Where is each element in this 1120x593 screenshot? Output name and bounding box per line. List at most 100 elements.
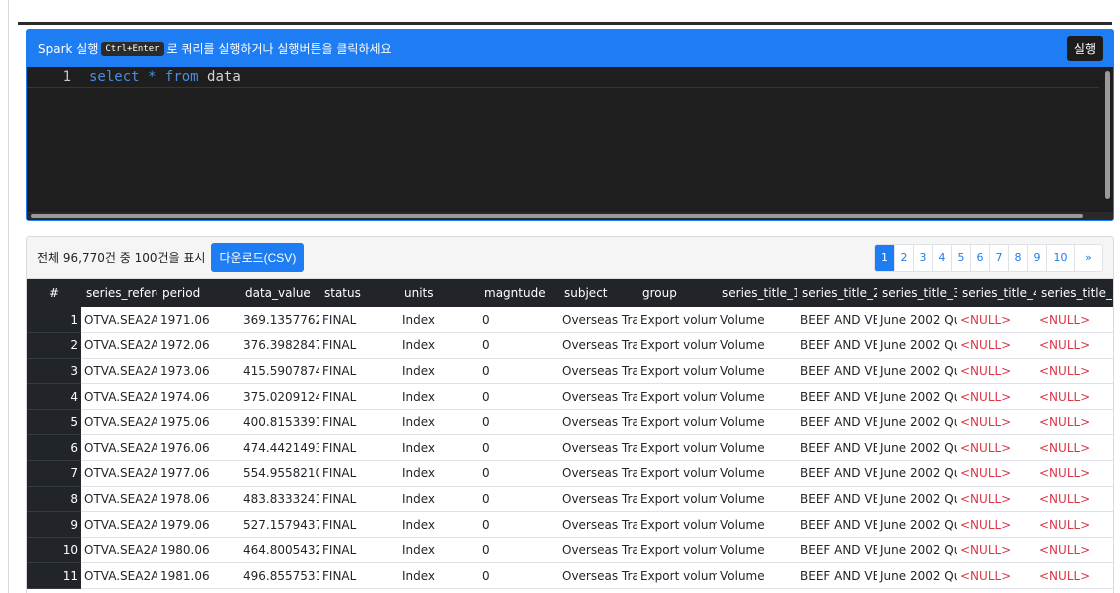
table-cell: June 2002 Qu xyxy=(877,511,957,538)
table-cell: June 2002 Qu xyxy=(877,460,957,487)
table-cell: OTVA.SEA2A/ xyxy=(81,358,157,385)
table-row[interactable]: 4 OTVA.SEA2A/1974.06 375.0209124 FINAL Index… xyxy=(27,383,1113,410)
table-cell: <NULL> xyxy=(957,383,1036,410)
table-row[interactable]: 2 OTVA.SEA2A/1972.06 376.3982847 FINAL Index… xyxy=(27,332,1113,359)
table-cell: June 2002 Qu xyxy=(877,307,957,334)
table-cell: June 2002 Qu xyxy=(877,358,957,385)
page-2-button[interactable]: 2 xyxy=(894,244,913,271)
column-header-magntude[interactable]: magntude xyxy=(479,279,559,307)
table-cell: Index xyxy=(399,358,479,385)
column-header-period[interactable]: period xyxy=(157,279,240,307)
table-cell: 483.8333241 xyxy=(240,486,319,513)
query-editor-panel: Spark 실행 Ctrl+Enter 로 쿼리를 실행하거나 실행버튼을 클릭… xyxy=(26,29,1114,221)
editor-vertical-scrollbar[interactable] xyxy=(1105,71,1110,199)
page-7-button[interactable]: 7 xyxy=(989,244,1008,271)
table-cell: 400.8153391 xyxy=(240,409,319,436)
table-cell: 415.5907874 xyxy=(240,358,319,385)
table-row[interactable]: 6 OTVA.SEA2A/1976.06 474.4421493 FINAL Index… xyxy=(27,434,1113,462)
page-4-button[interactable]: 4 xyxy=(932,244,951,271)
table-cell: <NULL> xyxy=(957,358,1036,385)
column-header-index[interactable]: # xyxy=(27,279,81,307)
column-header-status[interactable]: status xyxy=(319,279,399,307)
table-cell: 527.1579437 xyxy=(240,511,319,538)
download-csv-button[interactable]: 다운로드(CSV) xyxy=(211,243,305,272)
table-cell: Index xyxy=(399,332,479,359)
query-text[interactable]: select * from data xyxy=(89,69,241,85)
table-cell: Export volume xyxy=(637,332,717,359)
next-page-button[interactable]: » xyxy=(1074,244,1102,271)
column-header-units[interactable]: units xyxy=(399,279,479,307)
table-cell: Export volume xyxy=(637,383,717,410)
table-cell: BEEF AND VE xyxy=(797,307,877,334)
table-cell: 1981.06 xyxy=(157,562,240,590)
table-cell: OTVA.SEA2A/ xyxy=(81,332,157,359)
page-9-button[interactable]: 9 xyxy=(1027,244,1046,271)
table-row[interactable]: 9 OTVA.SEA2A/1979.06 527.1579437 FINAL Index… xyxy=(27,511,1113,538)
table-cell: Volume xyxy=(717,511,797,538)
keyword-select: select xyxy=(89,69,140,85)
table-cell: Index xyxy=(399,409,479,436)
window-top-rule xyxy=(18,22,1112,25)
table-cell: June 2002 Qu xyxy=(877,486,957,513)
window-left-border xyxy=(8,0,9,593)
table-row[interactable]: 10 OTVA.SEA2A/1980.06 464.8005432 FINAL Inde… xyxy=(27,537,1113,564)
table-cell: Volume xyxy=(717,562,797,590)
column-header-series-title-1[interactable]: series_title_1 xyxy=(717,279,797,307)
table-row[interactable]: 1 OTVA.SEA2A/1971.06 369.1357762 FINAL Index… xyxy=(27,307,1113,334)
table-cell: <NULL> xyxy=(957,434,1036,462)
column-header-data-value[interactable]: data_value xyxy=(240,279,319,307)
keyword-star: * xyxy=(148,69,157,85)
table-cell: June 2002 Qu xyxy=(877,537,957,564)
table-cell: BEEF AND VE xyxy=(797,409,877,436)
table-cell: <NULL> xyxy=(957,332,1036,359)
column-header-series-title-4[interactable]: series_title_4 xyxy=(957,279,1036,307)
table-cell: Index xyxy=(399,460,479,487)
page-6-button[interactable]: 6 xyxy=(970,244,989,271)
table-row[interactable]: 7 OTVA.SEA2A/1977.06 554.9558210 FINAL Index… xyxy=(27,460,1113,487)
table-cell: BEEF AND VE xyxy=(797,486,877,513)
table-cell: OTVA.SEA2A/ xyxy=(81,307,157,334)
code-editor[interactable]: 1 select * from data xyxy=(27,67,1113,220)
table-cell: Overseas Trad xyxy=(559,486,637,513)
table-cell: Export volume xyxy=(637,562,717,590)
table-cell: June 2002 Qu xyxy=(877,332,957,359)
column-header-series-title-3[interactable]: series_title_3 xyxy=(877,279,957,307)
table-row[interactable]: 11 OTVA.SEA2A/1981.06 496.8557531 FINAL Inde… xyxy=(27,562,1113,590)
table-row[interactable]: 3 OTVA.SEA2A/1973.06 415.5907874 FINAL Index… xyxy=(27,358,1113,385)
table-cell: <NULL> xyxy=(957,486,1036,513)
page-10-button[interactable]: 10 xyxy=(1046,244,1074,271)
table-cell: 0 xyxy=(479,562,559,590)
table-cell: 375.0209124 xyxy=(240,383,319,410)
table-cell: Overseas Trad xyxy=(559,537,637,564)
table-cell: 369.1357762 xyxy=(240,307,319,334)
table-cell: OTVA.SEA2A/ xyxy=(81,486,157,513)
table-cell: <NULL> xyxy=(1036,332,1113,359)
table-cell: 0 xyxy=(479,486,559,513)
page-3-button[interactable]: 3 xyxy=(913,244,932,271)
row-index-cell: 2 xyxy=(27,332,81,359)
editor-horizontal-scroll-track xyxy=(27,212,1113,220)
table-row[interactable]: 5 OTVA.SEA2A/1975.06 400.8153391 FINAL Index… xyxy=(27,409,1113,436)
column-header-series-title-2[interactable]: series_title_2 xyxy=(797,279,877,307)
editor-title: Spark 실행 xyxy=(38,42,99,56)
column-header-group[interactable]: group xyxy=(637,279,717,307)
shortcut-key-badge: Ctrl+Enter xyxy=(101,41,164,56)
row-index-cell: 11 xyxy=(27,562,81,590)
column-header-subject[interactable]: subject xyxy=(559,279,637,307)
table-cell: <NULL> xyxy=(1036,460,1113,487)
table-cell: Volume xyxy=(717,307,797,334)
column-header-series-referer[interactable]: series_referer xyxy=(81,279,157,307)
table-cell: 1979.06 xyxy=(157,511,240,538)
page-8-button[interactable]: 8 xyxy=(1008,244,1027,271)
column-header-series-title-5[interactable]: series_title_5 xyxy=(1036,279,1113,307)
table-cell: BEEF AND VE xyxy=(797,434,877,462)
table-cell: <NULL> xyxy=(1036,409,1113,436)
table-cell: Overseas Trad xyxy=(559,307,637,334)
table-row[interactable]: 8 OTVA.SEA2A/1978.06 483.8333241 FINAL Index… xyxy=(27,486,1113,513)
page-5-button[interactable]: 5 xyxy=(951,244,970,271)
page-1-button[interactable]: 1 xyxy=(875,244,894,271)
run-button[interactable]: 실행 xyxy=(1066,36,1103,61)
table-cell: 1978.06 xyxy=(157,486,240,513)
table-cell: Overseas Trad xyxy=(559,562,637,590)
editor-horizontal-scrollbar[interactable] xyxy=(31,214,1083,218)
